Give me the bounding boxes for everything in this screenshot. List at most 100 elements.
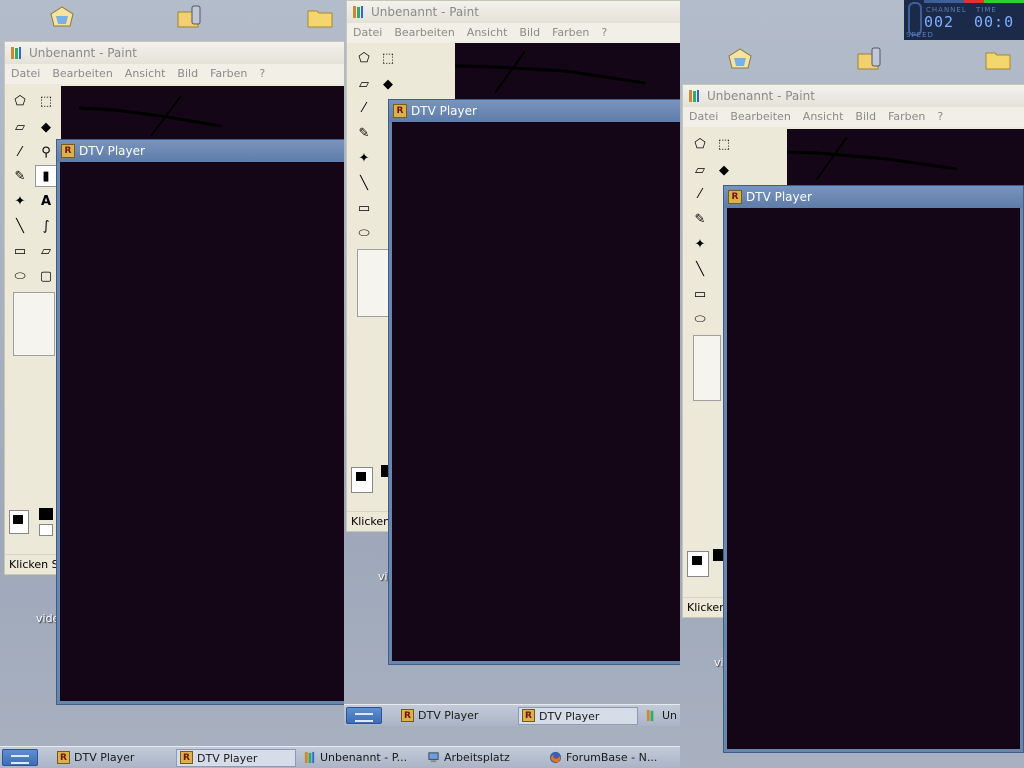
menu-bild[interactable]: Bild — [519, 26, 540, 39]
ellipse-icon[interactable]: ⬭ — [353, 222, 375, 244]
paint-statusbar: Klicken S — [347, 511, 391, 531]
dtv-video-area[interactable] — [392, 122, 680, 661]
taskbar-item-arbeitsplatz[interactable]: Arbeitsplatz — [424, 749, 542, 767]
paint-app-icon — [353, 6, 363, 18]
fill-icon[interactable]: ◆ — [35, 116, 57, 138]
menu-bearbeiten[interactable]: Bearbeiten — [52, 67, 112, 80]
swatch-black[interactable] — [39, 508, 53, 520]
menu-ansicht[interactable]: Ansicht — [803, 110, 844, 123]
briefcase-icon[interactable] — [48, 4, 76, 30]
taskbar-item-paint[interactable]: Unbenannt - P... — [300, 749, 420, 767]
menu-help[interactable]: ? — [259, 67, 265, 80]
eraser-icon[interactable]: ▱ — [353, 73, 375, 95]
eraser-icon[interactable]: ▱ — [9, 116, 31, 138]
rectangle-icon[interactable]: ▭ — [9, 240, 31, 262]
airbrush-icon[interactable]: ✦ — [689, 233, 711, 255]
current-colors[interactable] — [687, 551, 709, 577]
menu-bearbeiten[interactable]: Bearbeiten — [730, 110, 790, 123]
tool-options-box[interactable] — [13, 292, 55, 356]
rectangle-icon[interactable]: ▭ — [689, 283, 711, 305]
phone-folder-icon[interactable] — [176, 4, 204, 30]
fill-icon[interactable]: ◆ — [713, 159, 735, 181]
menu-help[interactable]: ? — [601, 26, 607, 39]
phone-folder-icon[interactable] — [856, 46, 884, 72]
taskbar-item-dtv-1[interactable]: R DTV Player — [398, 707, 514, 725]
menu-bild[interactable]: Bild — [855, 110, 876, 123]
rect-select-icon[interactable]: ⬚ — [35, 90, 57, 112]
menu-bild[interactable]: Bild — [177, 67, 198, 80]
picker-icon[interactable]: ⁄ — [9, 141, 31, 163]
folder-icon[interactable] — [306, 4, 334, 30]
taskbar-item-paint[interactable]: Un — [642, 707, 680, 725]
current-colors[interactable] — [9, 510, 29, 534]
dtv-app-icon: R — [728, 190, 742, 204]
text-icon[interactable]: A — [35, 190, 57, 212]
menu-datei[interactable]: Datei — [689, 110, 718, 123]
taskbar-item-forumbase[interactable]: ForumBase - N... — [546, 749, 678, 767]
dtv-titlebar[interactable]: R DTV Player — [57, 140, 344, 162]
paint-titlebar[interactable]: Unbenannt - Paint — [5, 42, 344, 64]
my-computer-icon — [428, 752, 439, 763]
fill-icon[interactable]: ◆ — [377, 73, 399, 95]
rounded-rect-icon[interactable]: ▢ — [35, 265, 57, 287]
menu-farben[interactable]: Farben — [888, 110, 925, 123]
folder-icon[interactable] — [984, 46, 1012, 72]
paint-app-icon — [304, 751, 315, 764]
taskbar-item-dtv-1[interactable]: R DTV Player — [54, 749, 172, 767]
start-button-icon[interactable] — [346, 707, 382, 724]
menu-ansicht[interactable]: Ansicht — [467, 26, 508, 39]
rect-select-icon[interactable]: ⬚ — [713, 133, 735, 155]
picker-icon[interactable]: ⁄ — [689, 183, 711, 205]
paint-statusbar: Klicken S — [683, 597, 725, 617]
menu-ansicht[interactable]: Ansicht — [125, 67, 166, 80]
taskbar-item-dtv-2[interactable]: R DTV Player — [176, 749, 296, 767]
line-icon[interactable]: ╲ — [9, 215, 31, 237]
menu-help[interactable]: ? — [937, 110, 943, 123]
current-colors[interactable] — [351, 467, 373, 493]
eraser-icon[interactable]: ▱ — [689, 159, 711, 181]
menu-datei[interactable]: Datei — [353, 26, 382, 39]
airbrush-icon[interactable]: ✦ — [353, 147, 375, 169]
rect-select-icon[interactable]: ⬚ — [377, 47, 399, 69]
tool-options-box[interactable] — [693, 335, 721, 401]
swatch-black[interactable] — [713, 549, 723, 561]
line-icon[interactable]: ╲ — [689, 258, 711, 280]
desktop-icon-caption: vi — [378, 570, 388, 583]
polygon-icon[interactable]: ▱ — [35, 240, 57, 262]
dtv-titlebar[interactable]: R DTV Player — [389, 100, 680, 122]
free-select-icon[interactable]: ⬠ — [353, 47, 375, 69]
menu-bearbeiten[interactable]: Bearbeiten — [394, 26, 454, 39]
paint-menubar: Datei Bearbeiten Ansicht Bild Farben? — [5, 64, 344, 84]
curve-icon[interactable]: ∫ — [35, 215, 57, 237]
ellipse-icon[interactable]: ⬭ — [9, 265, 31, 287]
paint-titlebar[interactable]: Unbenannt - Paint – □ × — [347, 1, 680, 23]
line-icon[interactable]: ╲ — [353, 172, 375, 194]
menu-farben[interactable]: Farben — [210, 67, 247, 80]
dtv-video-area[interactable] — [727, 208, 1020, 749]
menu-datei[interactable]: Datei — [11, 67, 40, 80]
free-select-icon[interactable]: ⬠ — [689, 133, 711, 155]
free-select-icon[interactable]: ⬠ — [9, 90, 31, 112]
picker-icon[interactable]: ⁄ — [353, 97, 375, 119]
dtv-titlebar[interactable]: R DTV Player — [724, 186, 1023, 208]
pencil-icon[interactable]: ✎ — [9, 165, 31, 187]
taskbar-item-dtv-2[interactable]: R DTV Player — [518, 707, 638, 725]
brush-icon[interactable]: ▮ — [35, 165, 57, 187]
pencil-icon[interactable]: ✎ — [689, 208, 711, 230]
swatch-white[interactable] — [39, 524, 53, 536]
dtv-player-window-left: R DTV Player — [56, 139, 344, 705]
paint-titlebar[interactable]: Unbenannt - Paint — [683, 85, 1024, 107]
ellipse-icon[interactable]: ⬭ — [689, 308, 711, 330]
dtv-video-area[interactable] — [60, 162, 344, 701]
pencil-icon[interactable]: ✎ — [353, 122, 375, 144]
rectangle-icon[interactable]: ▭ — [353, 197, 375, 219]
airbrush-icon[interactable]: ✦ — [9, 190, 31, 212]
start-button-icon[interactable] — [2, 749, 38, 766]
desktop-left: Unbenannt - Paint Datei Bearbeiten Ansicht… — [0, 0, 344, 768]
menu-farben[interactable]: Farben — [552, 26, 589, 39]
briefcase-icon[interactable] — [726, 46, 754, 72]
paint-menubar: Datei Bearbeiten Ansicht Bild Farben? — [683, 107, 1024, 127]
magnifier-icon[interactable]: ⚲ — [35, 141, 57, 163]
desktop-middle: Unbenannt - Paint – □ × Datei Bearbeiten A… — [344, 0, 680, 768]
paint-app-icon — [689, 90, 699, 102]
